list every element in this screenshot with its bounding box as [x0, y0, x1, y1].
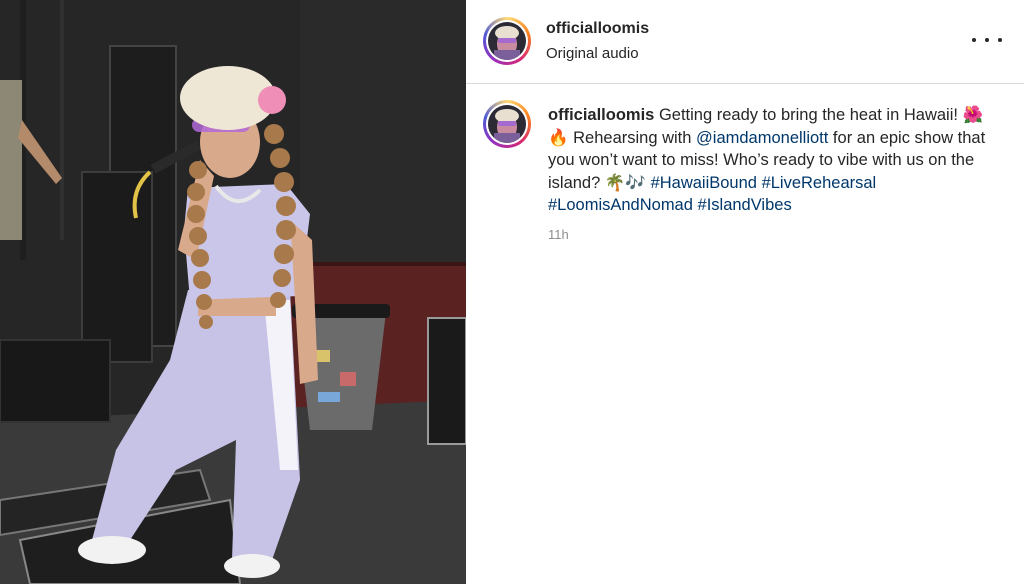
mention-link[interactable]: @iamdamonelliott — [696, 129, 828, 147]
hashtag-link[interactable]: #HawaiiBound — [651, 174, 757, 192]
caption-part: Getting ready to bring the heat in Hawai… — [658, 106, 963, 124]
avatar-image — [488, 22, 526, 60]
hashtag-link[interactable]: #LiveRehearsal — [762, 174, 877, 192]
caption-text: officialloomis Getting ready to bring th… — [548, 104, 998, 217]
post-panel: officialloomis Original audio officiallo… — [466, 0, 1024, 584]
post-media[interactable] — [0, 0, 466, 584]
rehearsal-photo — [0, 0, 466, 584]
post-header: officialloomis Original audio — [466, 0, 1024, 84]
hashtag-link[interactable]: #LoomisAndNomad — [548, 196, 693, 214]
emoji-palm-music: 🌴🎶 — [604, 173, 646, 192]
more-horizontal-icon[interactable] — [972, 30, 1002, 50]
caption-part: Rehearsing with — [568, 128, 697, 147]
audio-label[interactable]: Original audio — [546, 45, 639, 62]
caption-avatar-image — [488, 105, 526, 143]
username[interactable]: officialloomis — [546, 20, 649, 38]
caption-username[interactable]: officialloomis — [548, 106, 654, 124]
hashtag-link[interactable]: #IslandVibes — [698, 196, 792, 214]
avatar[interactable] — [483, 17, 531, 65]
post-time[interactable]: 11h — [548, 227, 569, 242]
caption-avatar[interactable] — [483, 100, 531, 148]
